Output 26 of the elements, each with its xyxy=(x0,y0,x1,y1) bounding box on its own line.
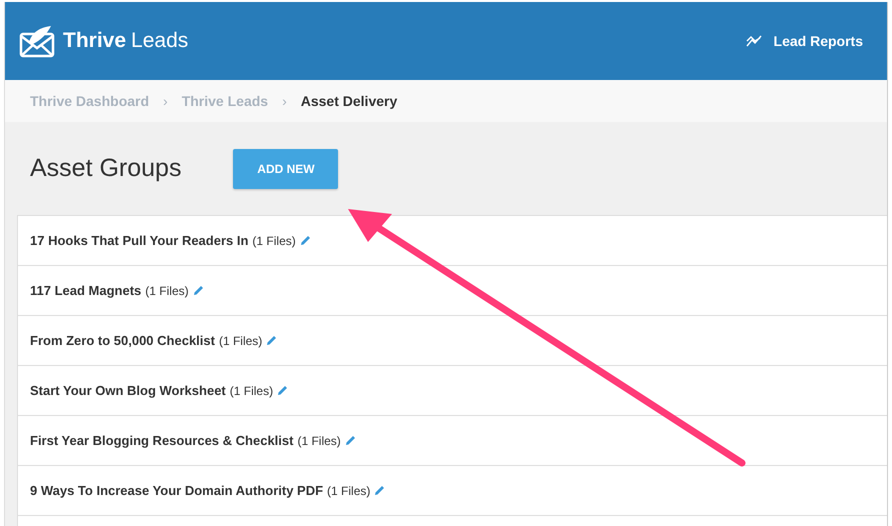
file-count: (1 Files) xyxy=(145,284,189,298)
brand-name: Thrive Leads xyxy=(63,29,188,53)
pencil-edit-icon[interactable] xyxy=(344,435,356,446)
pencil-edit-icon[interactable] xyxy=(192,285,204,296)
file-count: (1 Files) xyxy=(252,234,296,248)
asset-group-name[interactable]: 117 Lead Magnets xyxy=(30,283,142,298)
asset-group-name[interactable]: Start Your Own Blog Worksheet xyxy=(30,383,226,398)
lead-reports-link[interactable]: Lead Reports xyxy=(746,33,863,49)
file-count: (1 Files) xyxy=(218,334,262,348)
line-chart-icon xyxy=(746,34,762,48)
breadcrumb-link[interactable]: Asset Delivery xyxy=(300,93,398,109)
pencil-edit-icon[interactable] xyxy=(300,235,311,246)
file-count: (1 Files) xyxy=(297,434,341,448)
breadcrumb-separator: › xyxy=(163,93,168,109)
pencil-edit-icon[interactable] xyxy=(266,335,278,346)
asset-group-name[interactable]: From Zero to 50,000 Checklist xyxy=(30,333,215,348)
page-title: Asset Groups xyxy=(30,154,182,183)
asset-group-name[interactable]: 9 Ways To Increase Your Domain Authority PDF xyxy=(30,483,324,498)
pencil-edit-icon[interactable] xyxy=(374,485,386,496)
pencil-edit-icon[interactable] xyxy=(277,385,288,396)
asset-group-name[interactable]: First Year Blogging Resources & Checklist xyxy=(30,433,294,448)
envelope-logo-icon xyxy=(19,24,55,58)
asset-group-name[interactable]: 17 Hooks That Pull Your Readers In xyxy=(30,233,248,248)
file-count: (1 Files) xyxy=(230,384,274,398)
file-count: (1 Files) xyxy=(327,484,370,498)
breadcrumb-separator: › xyxy=(282,93,287,109)
